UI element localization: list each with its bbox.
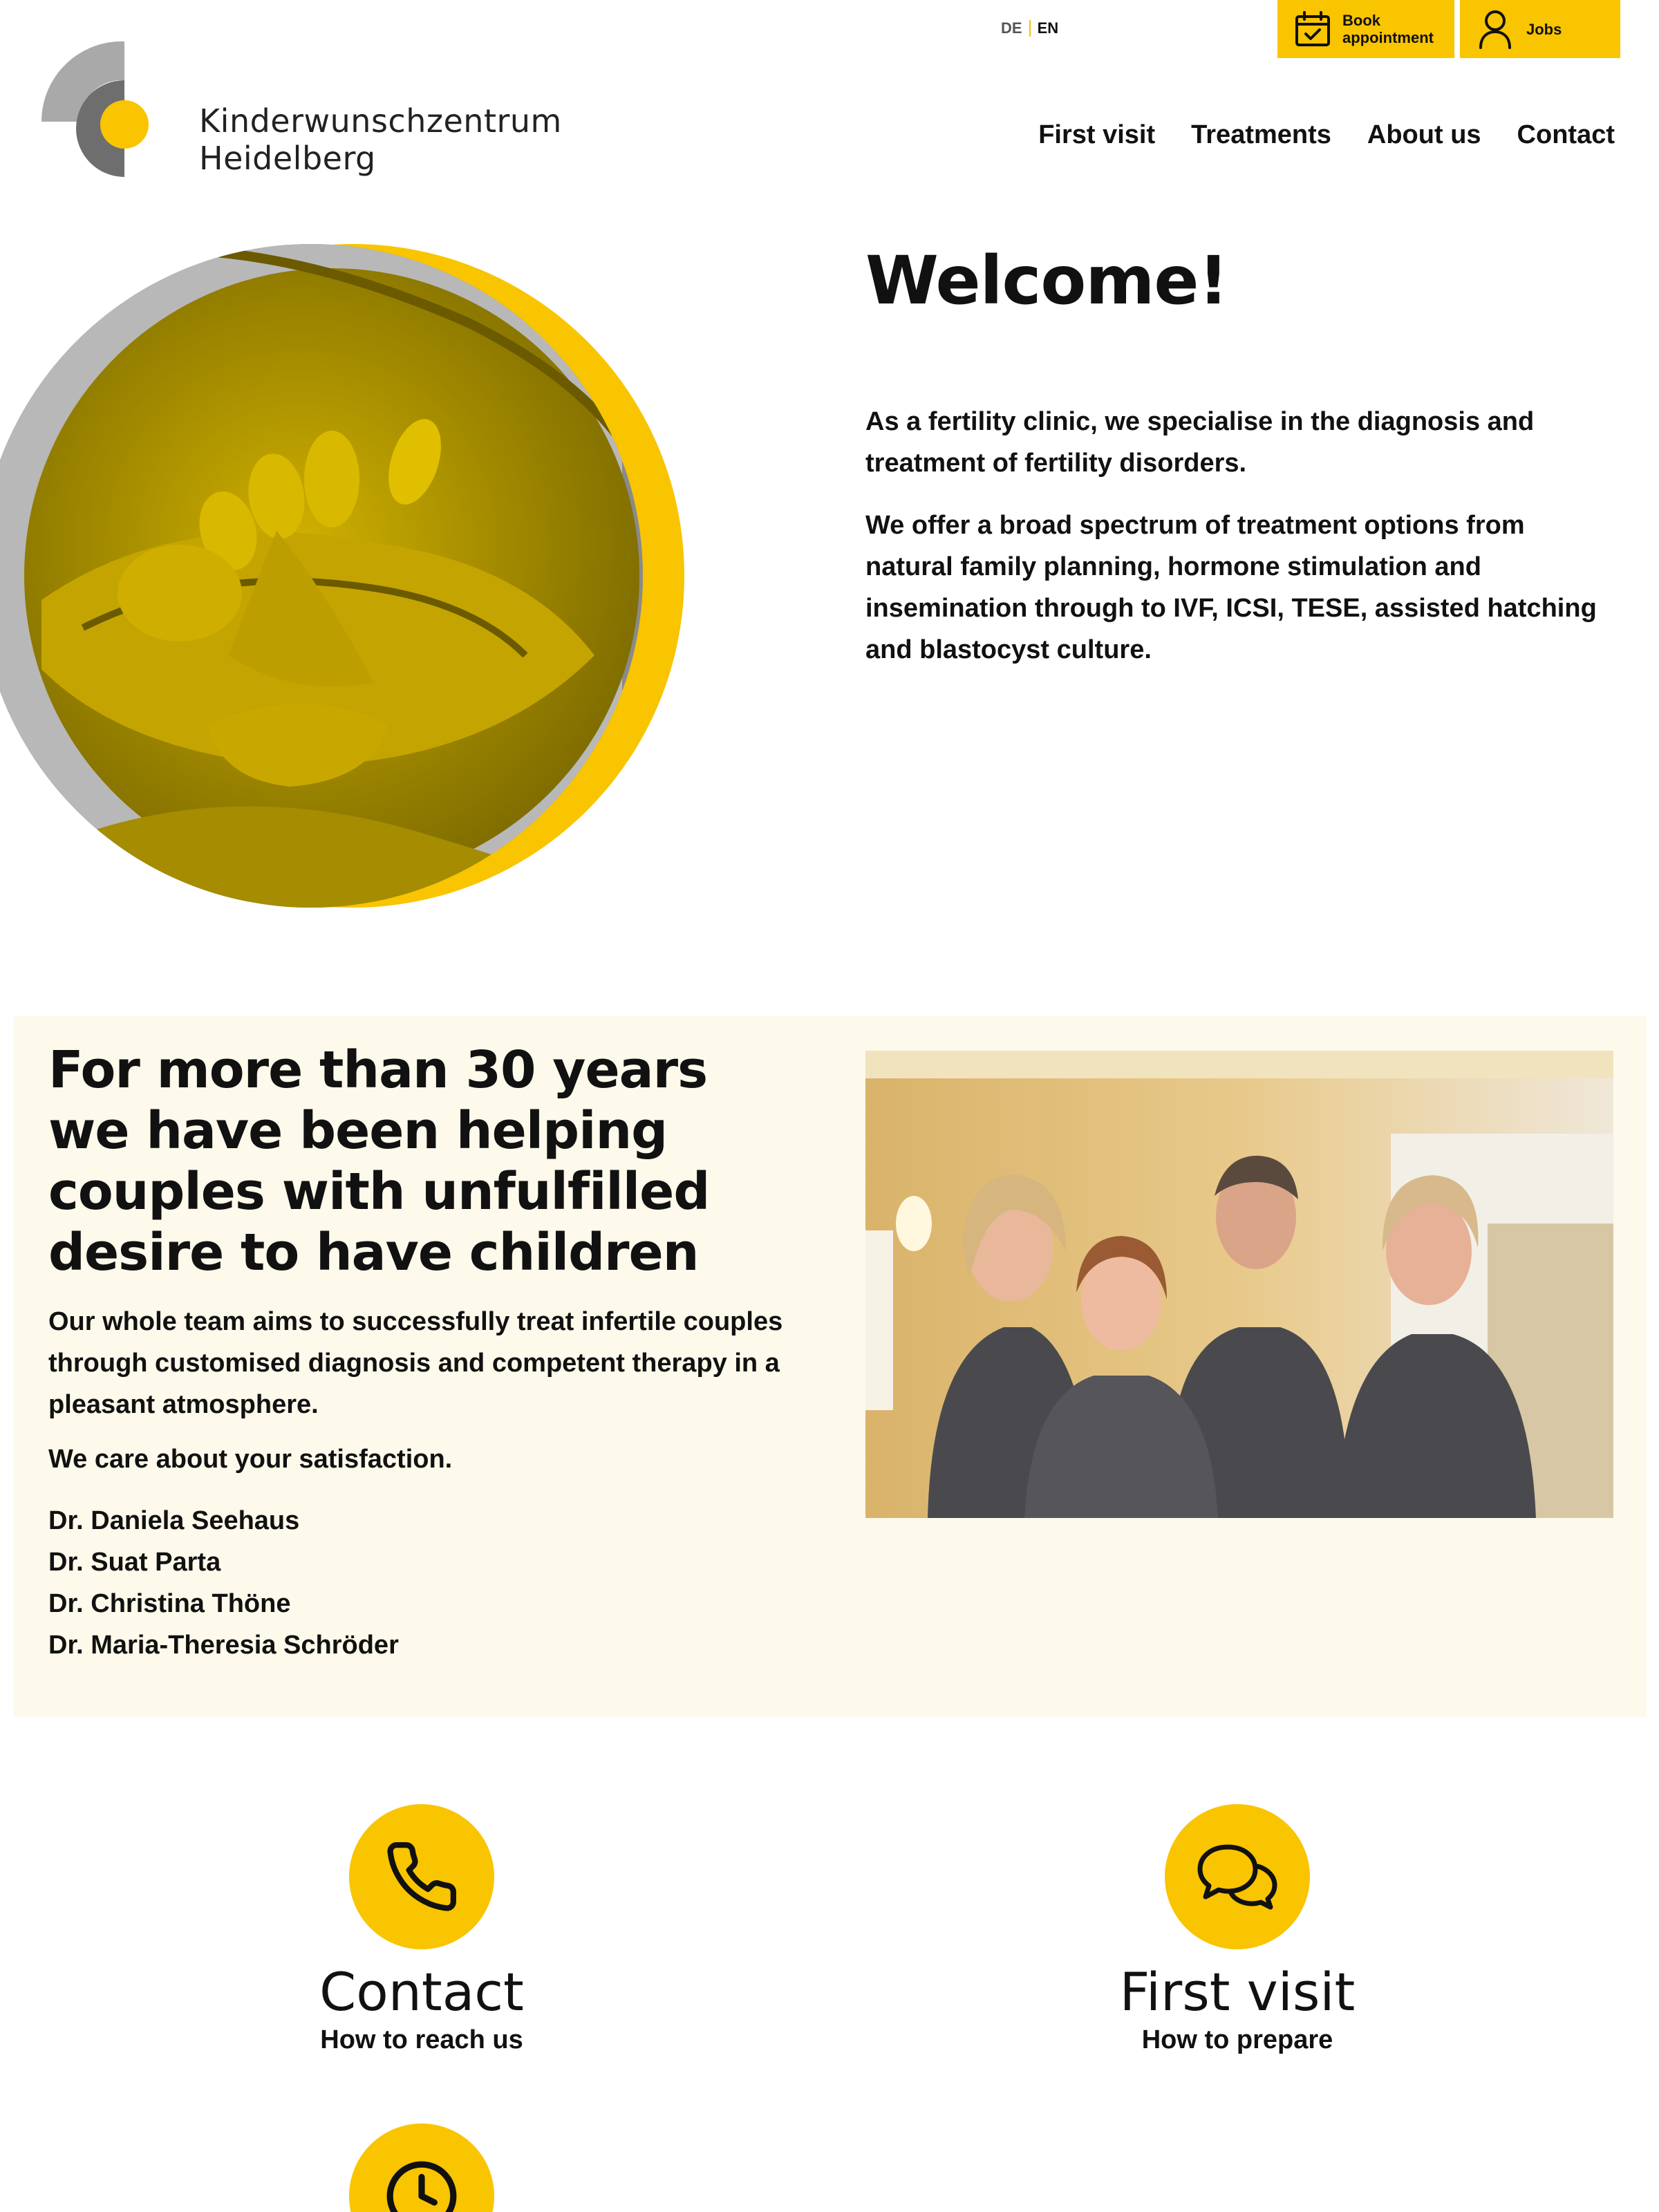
main-nav: First visit Treatments About us Contact bbox=[1038, 120, 1615, 150]
contact-subtitle: How to reach us bbox=[320, 2025, 523, 2054]
doctor-name: Dr. Daniela Seehaus bbox=[48, 1506, 300, 1535]
jobs-label: Jobs bbox=[1526, 20, 1562, 38]
team-lead-text: Our whole team aims to successfully trea… bbox=[48, 1307, 783, 1419]
hero-paragraph: We offer a broad spectrum of treatment o… bbox=[865, 511, 1597, 664]
book-label-line2: appointment bbox=[1342, 29, 1434, 46]
team-title: For more than 30 years we have been help… bbox=[48, 1040, 809, 1283]
calendar-check-icon bbox=[1295, 11, 1330, 46]
hero-intro: As a fertility clinic, we specialise in … bbox=[865, 401, 1612, 691]
clock-icon bbox=[386, 2161, 457, 2212]
chat-bubbles-icon bbox=[1197, 1844, 1277, 1910]
logo-line2: Heidelberg bbox=[199, 140, 376, 177]
contact-title: Contact bbox=[319, 1961, 524, 2023]
first-visit-subtitle: How to prepare bbox=[1141, 2025, 1333, 2054]
contact-feature[interactable]: Contact How to reach us bbox=[180, 1804, 664, 2055]
hero-hands-image bbox=[0, 244, 684, 908]
lang-divider bbox=[1029, 20, 1031, 37]
doctor-name: Dr. Suat Parta bbox=[48, 1548, 221, 1577]
book-appointment-button[interactable]: Book appointment bbox=[1277, 0, 1454, 58]
hours-icon-circle bbox=[349, 2124, 494, 2212]
hero-paragraph: As a fertility clinic, we specialise in … bbox=[865, 407, 1535, 478]
nav-about-us[interactable]: About us bbox=[1367, 120, 1481, 150]
first-visit-feature[interactable]: First visit How to prepare bbox=[995, 1804, 1479, 2055]
doctor-list: Dr. Daniela Seehaus Dr. Suat Parta Dr. C… bbox=[48, 1500, 399, 1666]
phone-icon bbox=[387, 1842, 456, 1911]
nav-treatments[interactable]: Treatments bbox=[1191, 120, 1331, 150]
lang-en-link[interactable]: EN bbox=[1038, 19, 1059, 37]
nav-first-visit[interactable]: First visit bbox=[1038, 120, 1155, 150]
contact-icon-circle bbox=[349, 1804, 494, 1949]
team-care-text: We care about your satisfaction. bbox=[48, 1445, 453, 1474]
lang-de-link[interactable]: DE bbox=[1001, 19, 1022, 37]
team-title-line: For more than 30 years bbox=[48, 1040, 708, 1100]
team-section: For more than 30 years we have been help… bbox=[14, 1016, 1647, 1717]
user-icon bbox=[1479, 10, 1511, 49]
logo-mark bbox=[41, 41, 149, 177]
logo-text: Kinderwunschzentrum Heidelberg bbox=[199, 102, 562, 177]
team-photo bbox=[865, 1051, 1613, 1518]
doctor-name: Dr. Christina Thöne bbox=[48, 1589, 291, 1618]
first-visit-icon-circle bbox=[1165, 1804, 1310, 1949]
logo-line1: Kinderwunschzentrum bbox=[199, 102, 562, 140]
team-title-line: we have been helping bbox=[48, 1101, 668, 1161]
book-appointment-label: Book appointment bbox=[1342, 12, 1434, 46]
welcome-title: Welcome! bbox=[865, 242, 1228, 319]
first-visit-title: First visit bbox=[1119, 1961, 1356, 2023]
nav-contact[interactable]: Contact bbox=[1517, 120, 1615, 150]
team-title-line: desire to have children bbox=[48, 1223, 699, 1282]
clinic-logo[interactable]: Kinderwunschzentrum Heidelberg bbox=[39, 39, 561, 184]
team-title-line: couples with unfulfilled bbox=[48, 1162, 710, 1221]
jobs-button[interactable]: Jobs bbox=[1460, 0, 1620, 58]
hours-feature[interactable] bbox=[180, 2124, 664, 2212]
book-label-line1: Book bbox=[1342, 12, 1380, 29]
language-switcher: DE EN bbox=[1001, 19, 1058, 37]
doctor-name: Dr. Maria-Theresia Schröder bbox=[48, 1631, 399, 1660]
